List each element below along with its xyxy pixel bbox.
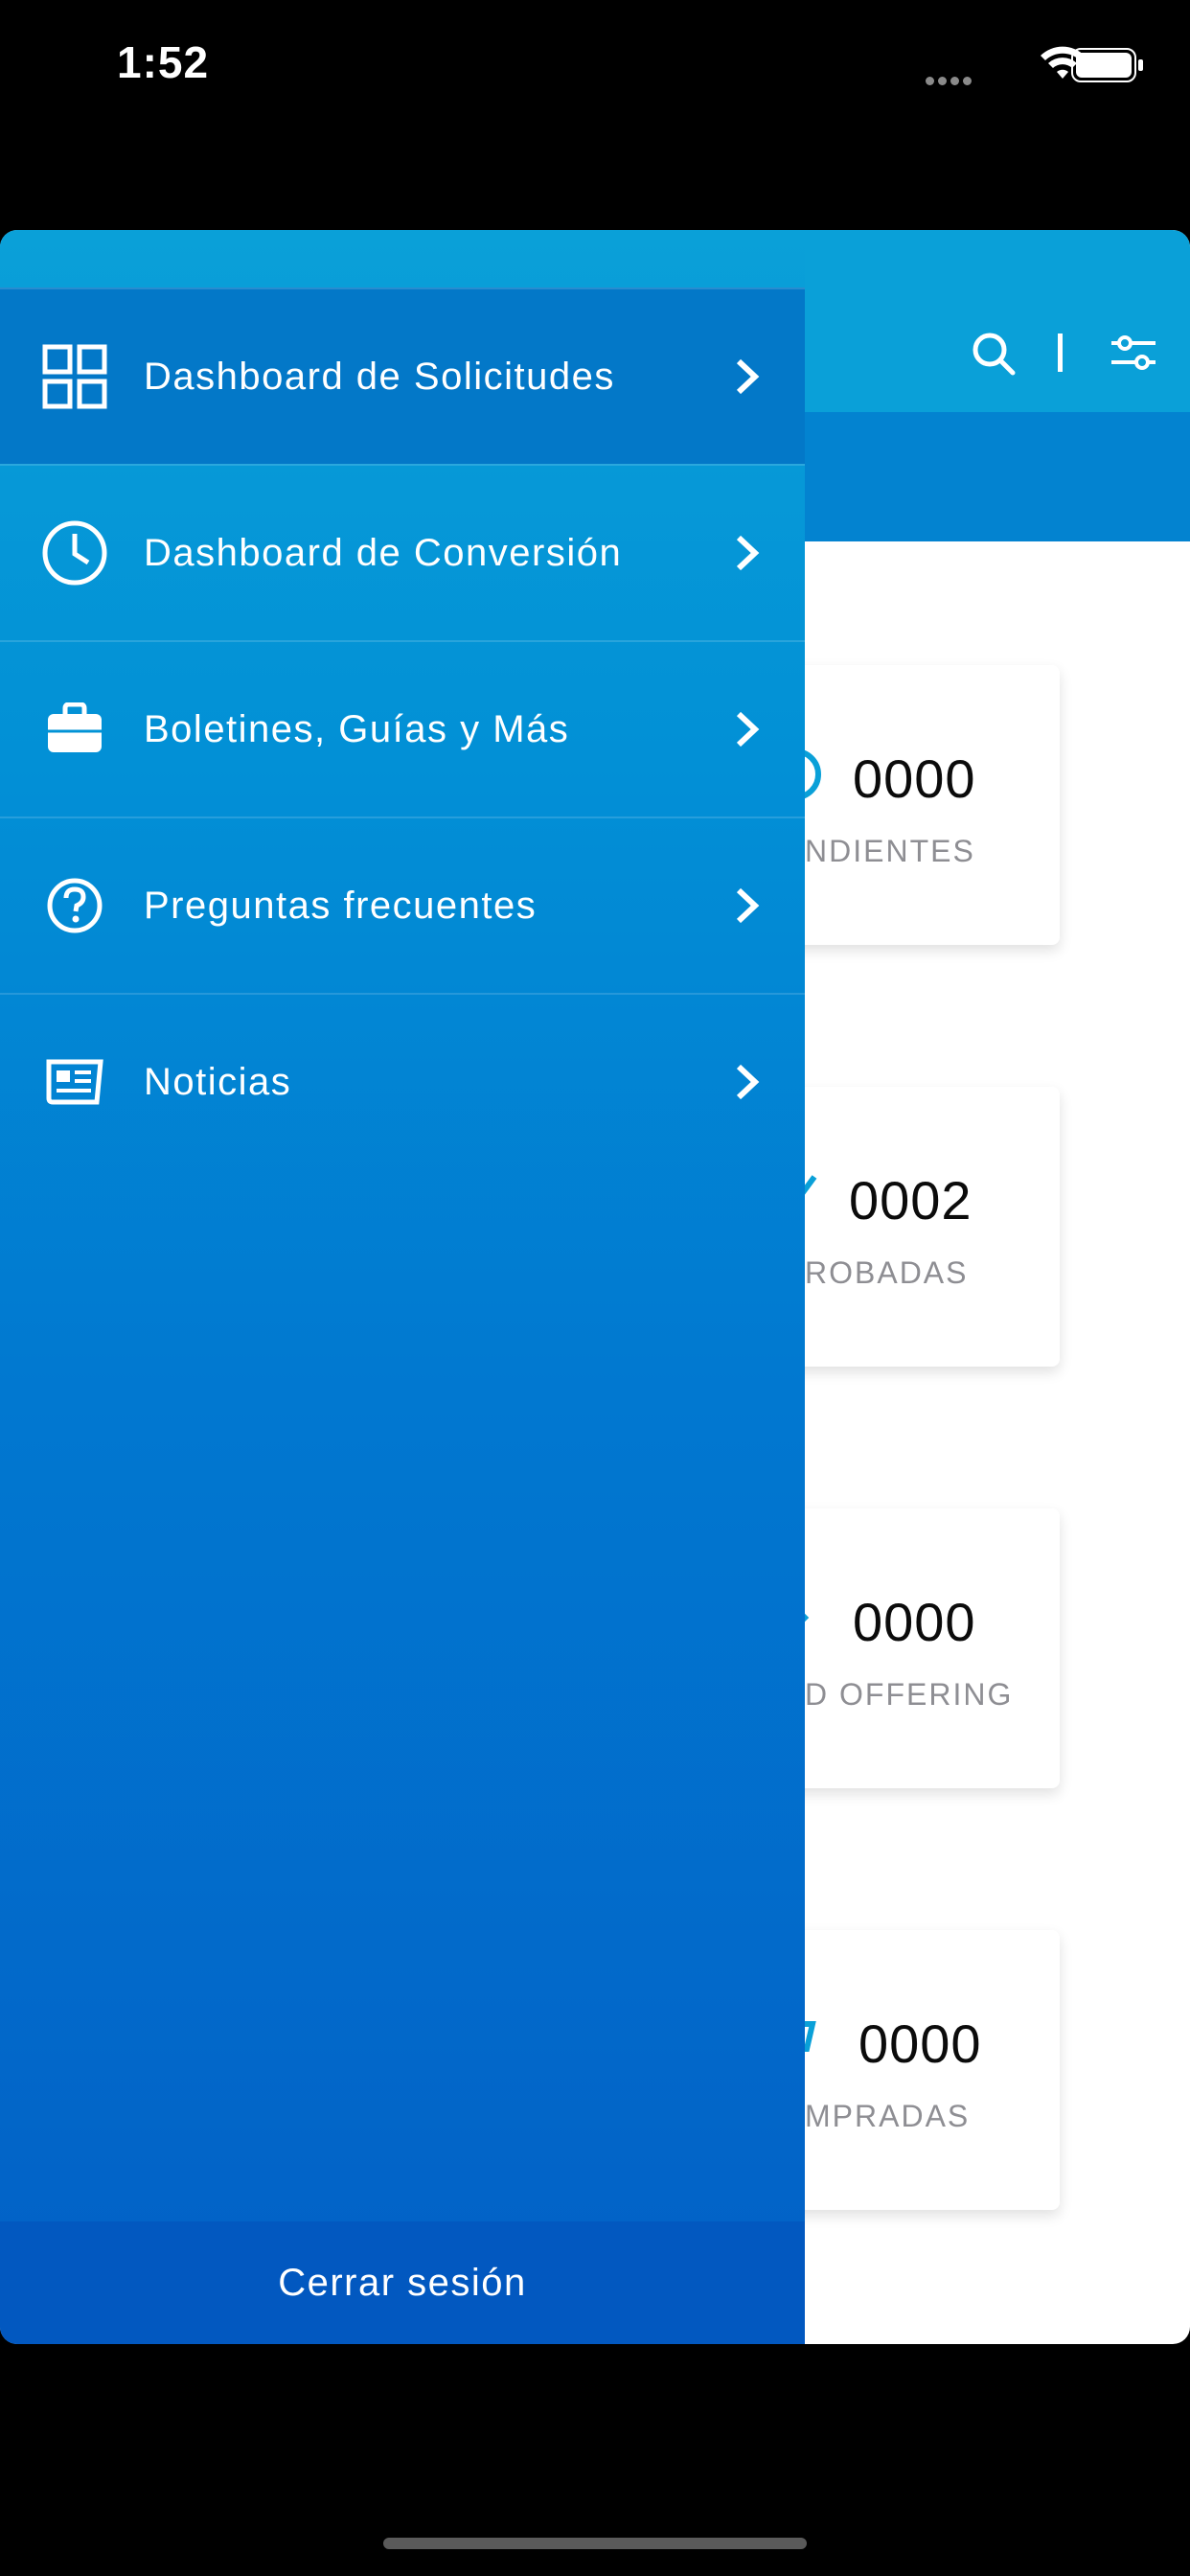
menu-item-noticias[interactable]: Noticias: [0, 993, 805, 1169]
chevron-right-icon: [736, 887, 760, 924]
menu-item-label: Preguntas frecuentes: [144, 884, 538, 927]
question-circle-icon: [40, 871, 109, 940]
battery-icon: [1071, 48, 1143, 82]
chevron-right-icon: [736, 711, 760, 748]
clock-icon: [40, 518, 109, 587]
menu-item-label: Boletines, Guías y Más: [144, 707, 570, 750]
cellular-signal-icon: [926, 73, 983, 85]
filter-icon[interactable]: [1110, 332, 1157, 374]
stat-label: NDIENTES: [805, 834, 975, 868]
grid-icon: [40, 342, 109, 411]
side-drawer: Dashboard de Solicitudes Dashboard de Co…: [0, 230, 805, 2344]
header-divider: [1058, 334, 1063, 372]
stat-label: ROBADAS: [805, 1255, 969, 1290]
stat-value: 0000: [853, 1592, 976, 1652]
search-icon[interactable]: [972, 332, 1016, 376]
stat-value: 0000: [853, 748, 976, 809]
briefcase-icon: [40, 695, 109, 764]
stat-label: MPRADAS: [805, 2099, 971, 2133]
logout-button[interactable]: Cerrar sesión: [0, 2221, 805, 2344]
menu-item-dashboard-conversion[interactable]: Dashboard de Conversión: [0, 464, 805, 640]
newspaper-icon: [40, 1047, 109, 1116]
chevron-right-icon: [736, 358, 760, 395]
home-indicator[interactable]: [383, 2538, 807, 2549]
menu-item-label: Dashboard de Solicitudes: [144, 355, 615, 398]
menu-item-label: Dashboard de Conversión: [144, 531, 623, 574]
stat-value: 0000: [858, 2013, 982, 2074]
menu-item-label: Noticias: [144, 1060, 292, 1103]
menu-item-boletines[interactable]: Boletines, Guías y Más: [0, 640, 805, 816]
stat-label: D OFFERING: [805, 1677, 1014, 1712]
stat-value: 0002: [849, 1170, 973, 1230]
menu-item-preguntas-frecuentes[interactable]: Preguntas frecuentes: [0, 816, 805, 993]
menu-item-dashboard-solicitudes[interactable]: Dashboard de Solicitudes: [0, 288, 805, 464]
status-time: 1:52: [117, 37, 210, 87]
chevron-right-icon: [736, 1064, 760, 1100]
chevron-right-icon: [736, 535, 760, 571]
